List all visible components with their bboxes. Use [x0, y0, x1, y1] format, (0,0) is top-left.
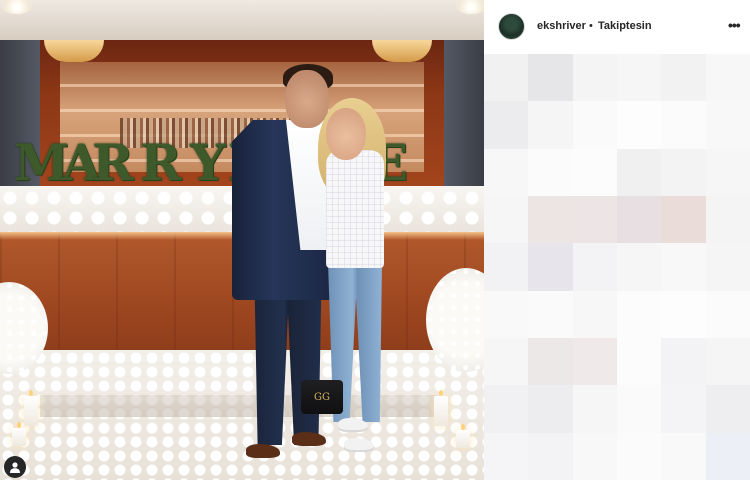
- blurred-tile: [705, 195, 750, 244]
- blurred-tile: [661, 337, 706, 386]
- blurred-tile: [484, 290, 529, 338]
- blurred-tile: [484, 54, 529, 102]
- post-header: ekshriver • Takiptesin •••: [484, 0, 750, 54]
- handbag-logo: GG: [314, 392, 330, 403]
- blurred-tile: [616, 243, 662, 291]
- blurred-tile: [616, 54, 662, 102]
- person-icon: [10, 462, 20, 473]
- blurred-tile: [528, 195, 573, 244]
- blurred-tile: [528, 337, 573, 386]
- blurred-tile: [705, 243, 750, 291]
- blurred-tile: [616, 432, 662, 480]
- blurred-tile: [661, 243, 706, 291]
- candle: [434, 390, 448, 426]
- blurred-tile: [484, 243, 529, 291]
- blurred-tile: [661, 195, 706, 244]
- blurred-tile: [484, 101, 529, 149]
- ceiling-light: [456, 0, 484, 14]
- man-head: [285, 70, 329, 128]
- blurred-tile: [705, 54, 750, 102]
- profile-avatar[interactable]: [498, 13, 525, 40]
- sign-letter: Y: [190, 133, 227, 192]
- sign-letter: R: [140, 133, 183, 192]
- blurred-tile: [528, 432, 573, 480]
- blurred-tile: [616, 195, 662, 244]
- blurred-tile: [705, 385, 750, 433]
- blurred-tile: [484, 148, 529, 196]
- blurred-tile: [705, 337, 750, 386]
- candle: [24, 390, 38, 426]
- blurred-tile: [528, 101, 573, 149]
- blurred-tile: [484, 195, 529, 244]
- blurred-tile: [661, 101, 706, 149]
- post-photo[interactable]: MARRYME GG: [0, 0, 484, 480]
- ceiling-light: [2, 0, 32, 14]
- sneaker: [338, 418, 368, 432]
- blurred-tile: [616, 101, 662, 149]
- sneaker: [344, 438, 374, 452]
- blurred-tile: [705, 101, 750, 149]
- blurred-tile: [572, 290, 617, 338]
- blurred-tile: [572, 101, 617, 149]
- blurred-tile: [572, 148, 617, 196]
- blurred-tile: [572, 243, 617, 291]
- blurred-tile: [705, 432, 750, 480]
- blurred-tile: [528, 148, 573, 196]
- blurred-tile: [484, 432, 529, 480]
- candle: [456, 424, 470, 448]
- blurred-tile: [616, 385, 662, 433]
- blurred-tile: [572, 195, 617, 244]
- blurred-tile: [572, 54, 617, 102]
- woman-face: [326, 108, 366, 160]
- user-tag-icon[interactable]: [4, 456, 26, 478]
- post-side-panel: ekshriver • Takiptesin •••: [484, 0, 750, 480]
- blurred-tile: [705, 290, 750, 338]
- wall-panel: [444, 40, 484, 190]
- blurred-tile: [528, 243, 573, 291]
- blurred-tile: [528, 54, 573, 102]
- username-link[interactable]: ekshriver: [537, 20, 586, 32]
- blurred-tile: [484, 385, 529, 433]
- shoe: [246, 444, 280, 458]
- candle: [12, 422, 26, 446]
- separator-dot: •: [589, 20, 593, 32]
- blurred-tile: [616, 148, 662, 196]
- blurred-tile: [572, 337, 617, 386]
- blurred-tile: [661, 290, 706, 338]
- ceiling: [0, 0, 484, 40]
- more-options-icon[interactable]: •••: [728, 17, 741, 33]
- blurred-tile: [616, 337, 662, 386]
- blurred-tile: [528, 385, 573, 433]
- blurred-tile: [572, 385, 617, 433]
- blurred-tile: [661, 432, 706, 480]
- pixelated-comments: [484, 54, 750, 480]
- blurred-tile: [661, 385, 706, 433]
- blurred-tile: [705, 148, 750, 196]
- blurred-tile: [572, 432, 617, 480]
- woman-sweater: [326, 150, 384, 268]
- blurred-tile: [661, 54, 706, 102]
- shoe: [292, 432, 326, 446]
- blurred-tile: [528, 290, 573, 338]
- sign-letter: R: [92, 133, 135, 192]
- blurred-tile: [484, 337, 529, 386]
- following-status[interactable]: Takiptesin: [598, 20, 652, 32]
- blurred-tile: [616, 290, 662, 338]
- blurred-tile: [661, 148, 706, 196]
